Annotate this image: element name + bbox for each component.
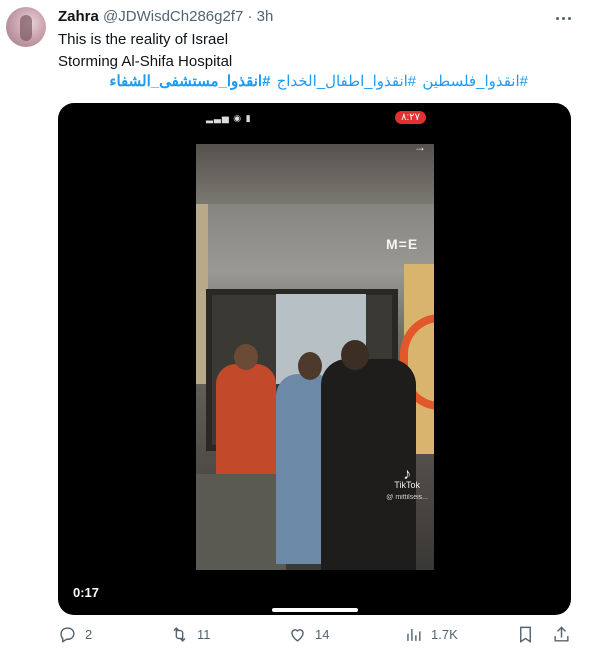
tiktok-user: @ mittilseis... <box>386 494 428 501</box>
tiktok-icon: ♪ <box>403 466 412 483</box>
video-frame[interactable]: M=E → ♪ TikTok @ mittilseis... <box>196 144 434 570</box>
separator: · <box>247 8 253 25</box>
tweet-actions: 2 11 14 1.7K <box>58 625 572 649</box>
signal-icons: ▂▃▅ ◉ ▮ <box>206 113 252 123</box>
tiktok-watermark: ♪ TikTok @ mittilseis... <box>386 466 428 503</box>
tweet-time[interactable]: 3h <box>257 8 274 25</box>
tiktok-label: TikTok <box>394 480 420 490</box>
avatar-figure <box>20 15 32 41</box>
author-handle[interactable]: @JDWisdCh286g2f7 <box>103 8 243 25</box>
share-button[interactable] <box>552 625 579 644</box>
author-avatar[interactable] <box>6 7 46 47</box>
share-arrow-icon: → <box>414 144 426 154</box>
reply-count: 2 <box>85 627 93 642</box>
hashtag-3[interactable]: #انقذوا_مستشفى_الشفاء <box>109 73 270 90</box>
more-options-icon[interactable] <box>553 8 573 28</box>
tweet-header: Zahra @JDWisdCh286g2f7 · 3h <box>58 8 273 25</box>
scene-floor <box>196 474 286 570</box>
scene-head <box>234 344 258 370</box>
tweet-text-line1: This is the reality of Israel <box>58 31 229 48</box>
like-count: 14 <box>315 627 330 642</box>
reply-icon <box>60 627 75 643</box>
tweet-text-line2: Storming Al-Shifa Hospital <box>58 53 233 70</box>
views-icon <box>407 628 421 641</box>
reply-button[interactable]: 2 <box>58 625 92 644</box>
bookmark-icon <box>520 626 531 643</box>
scene-head <box>341 340 369 370</box>
view-count: 1.7K <box>431 627 458 642</box>
video-duration: 0:17 <box>73 585 100 600</box>
share-icon <box>554 626 569 642</box>
scene-head <box>298 352 322 380</box>
author-name[interactable]: Zahra <box>58 8 99 25</box>
video-progress-bar[interactable] <box>272 608 358 612</box>
hashtags: #انقذوا_فلسطين #انقذوا_اطفال_الخداج #انق… <box>58 72 528 90</box>
phone-status-bar: ▂▃▅ ◉ ▮ ٨:٢٧ <box>206 109 426 125</box>
views-button[interactable]: 1.7K <box>404 625 458 644</box>
retweet-icon <box>173 627 186 642</box>
status-clock: ٨:٢٧ <box>395 111 426 124</box>
hashtag-2[interactable]: #انقذوا_اطفال_الخداج <box>277 73 417 90</box>
heart-icon <box>291 629 304 642</box>
retweet-button[interactable]: 11 <box>170 625 211 644</box>
scene-person <box>216 364 276 474</box>
hashtag-1[interactable]: #انقذوا_فلسطين <box>422 73 528 90</box>
bookmark-button[interactable] <box>516 625 543 644</box>
scene-ceiling <box>196 144 434 204</box>
like-button[interactable]: 14 <box>288 625 329 644</box>
video-player[interactable]: ▂▃▅ ◉ ▮ ٨:٢٧ M=E → ♪ TikTok @ mittilseis… <box>58 103 571 615</box>
retweet-count: 11 <box>197 627 211 642</box>
watermark-logo: M=E <box>386 236 419 252</box>
scene-person <box>321 359 416 570</box>
